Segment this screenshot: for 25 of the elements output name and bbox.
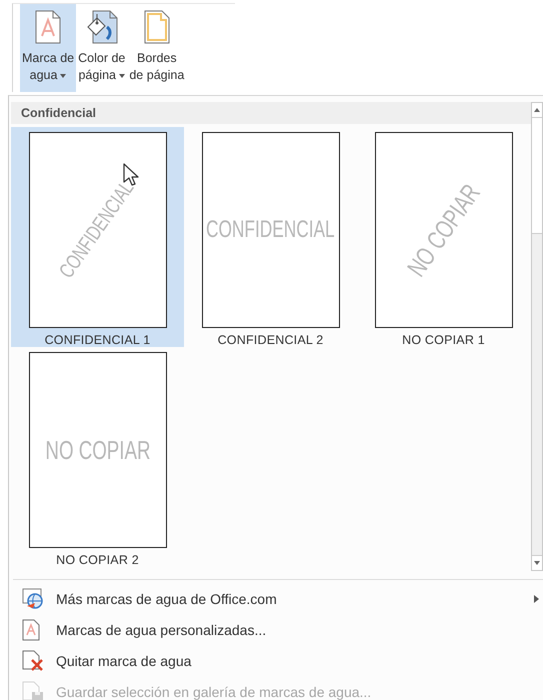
gallery-item[interactable]: CONFIDENCIAL CONFIDENCIAL 2 [184, 127, 357, 347]
menu-item[interactable]: Quitar marca de agua [56, 652, 192, 668]
scroll-down-icon[interactable] [532, 555, 542, 570]
gallery-heading: Confidencial [11, 102, 531, 124]
watermark-text: NO COPIAR [44, 434, 150, 466]
page-border-icon [142, 10, 172, 44]
ribbon-button[interactable]: Marca de agua [20, 4, 76, 92]
menu-item[interactable]: Marcas de agua personalizadas... [56, 622, 266, 638]
watermark-icon [33, 10, 64, 44]
save-selection-icon [22, 680, 46, 700]
ribbon-button[interactable]: Color de página [76, 4, 128, 92]
scroll-up-icon[interactable] [532, 103, 542, 118]
item-caption: CONFIDENCIAL 2 [218, 333, 324, 347]
watermark-text: CONFIDENCIAL [206, 216, 335, 244]
scrollbar[interactable] [531, 102, 543, 571]
watermark-icon [22, 618, 40, 640]
gallery-item[interactable]: NO COPIAR NO COPIAR 2 [11, 347, 184, 567]
item-caption: NO COPIAR 1 [402, 333, 485, 347]
ribbon-button[interactable]: Bordes de página [127, 4, 186, 92]
item-caption: NO COPIAR 2 [56, 553, 139, 567]
remove-watermark-icon [22, 650, 46, 672]
paint-bucket-icon [84, 10, 119, 44]
scrollbar-thumb[interactable] [532, 118, 542, 234]
item-caption: CONFIDENCIAL 1 [44, 333, 150, 347]
menu-item[interactable]: Más marcas de agua de Office.com [56, 590, 277, 606]
